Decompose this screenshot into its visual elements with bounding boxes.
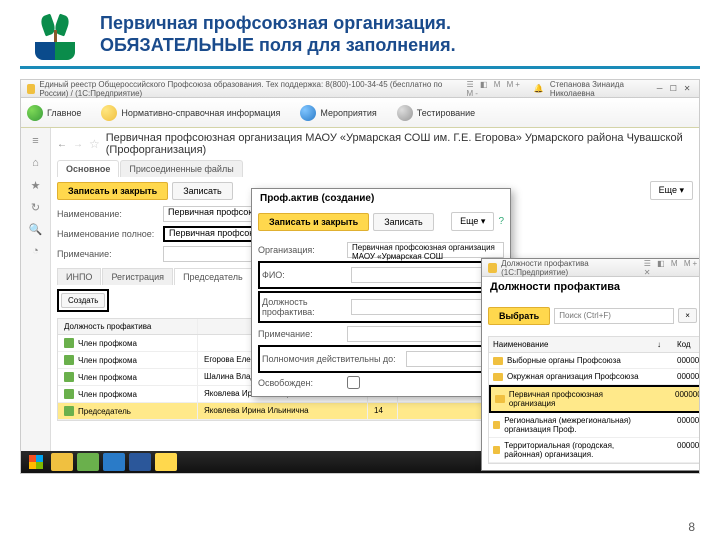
forward-icon[interactable]: → bbox=[73, 139, 83, 150]
col-name: Наименование bbox=[489, 337, 655, 352]
d2-toolbar-glyphs[interactable]: ☰ ◧ M M+ M- ☐ ✕ bbox=[644, 259, 700, 277]
window-titlebar: Единый реестр Общероссийского Профсоюза … bbox=[21, 80, 699, 98]
close-icon[interactable]: ✕ bbox=[681, 83, 693, 95]
list-item[interactable]: Первичная профсоюзная организация0000000… bbox=[489, 385, 700, 413]
task-app1[interactable] bbox=[77, 453, 99, 471]
divider bbox=[20, 66, 700, 69]
name-label: Наименование: bbox=[57, 209, 157, 219]
d1-org-label: Организация: bbox=[258, 245, 343, 255]
d1-released-label: Освобожден: bbox=[258, 378, 343, 388]
nav-test[interactable]: Тестирование bbox=[397, 105, 475, 121]
menu-icon[interactable]: ≡ bbox=[29, 134, 43, 148]
more-button[interactable]: Еще ▾ bbox=[650, 181, 693, 200]
nav-main[interactable]: Главное bbox=[27, 105, 81, 121]
d1-save-close-button[interactable]: Записать и закрыть bbox=[258, 213, 369, 231]
list-item[interactable]: Выборные органы Профсоюза000000005 bbox=[489, 353, 700, 369]
start-button[interactable] bbox=[25, 453, 47, 471]
page-number: 8 bbox=[688, 520, 695, 534]
folder-icon bbox=[493, 421, 500, 429]
select-button[interactable]: Выбрать bbox=[488, 307, 550, 325]
task-app2[interactable] bbox=[103, 453, 125, 471]
user-label: Степанова Зинаида Николаевна bbox=[550, 80, 652, 98]
search-icon[interactable]: 🔍 bbox=[29, 222, 43, 236]
bell-icon[interactable]: ◔ bbox=[29, 244, 43, 258]
save-button[interactable]: Записать bbox=[172, 182, 232, 200]
task-1c[interactable] bbox=[155, 453, 177, 471]
list-item[interactable]: Региональная (межрегиональная) организац… bbox=[489, 413, 700, 438]
d1-note-label: Примечание: bbox=[258, 329, 343, 339]
col-code: Код bbox=[673, 337, 700, 352]
folder-icon bbox=[493, 446, 500, 454]
list-item[interactable]: Территориальная (городская, районная) ор… bbox=[489, 438, 700, 463]
d1-released-checkbox[interactable] bbox=[347, 376, 360, 389]
d1-more-button[interactable]: Еще ▾ bbox=[451, 212, 494, 231]
main-toolbar: Главное Нормативно-справочная информация… bbox=[21, 98, 699, 128]
dialog2-header: Должности профактива bbox=[482, 277, 700, 297]
toolbar-glyphs[interactable]: ☰ ◧ M M+ M- bbox=[467, 80, 528, 98]
subtab-chair[interactable]: Председатель bbox=[174, 268, 252, 285]
profactive-dialog: Проф.актив (создание) Записать и закрыть… bbox=[251, 188, 511, 397]
app-icon bbox=[27, 84, 35, 94]
history-icon[interactable]: ↻ bbox=[29, 200, 43, 214]
note-label: Примечание: bbox=[57, 249, 157, 259]
folder-icon bbox=[493, 357, 503, 365]
d1-fio-label: ФИО: bbox=[262, 270, 347, 280]
left-rail: ≡ ⌂ ★ ↻ 🔍 ◔ bbox=[21, 128, 51, 451]
d1-org-field[interactable]: Первичная профсоюзная организация МАОУ «… bbox=[347, 242, 504, 258]
d1-fio-field[interactable] bbox=[351, 267, 500, 283]
home-icon[interactable]: ⌂ bbox=[29, 156, 43, 170]
nav-events[interactable]: Мероприятия bbox=[300, 105, 376, 121]
d1-save-button[interactable]: Записать bbox=[373, 213, 433, 231]
dialog2-titlebar: Должности профактива (1С:Предприятие) bbox=[501, 259, 644, 277]
app-window: Единый реестр Общероссийского Профсоюза … bbox=[20, 79, 700, 474]
d1-post-label: Должность профактива: bbox=[262, 297, 347, 317]
d1-until-label: Полномочия действительны до: bbox=[262, 354, 402, 364]
maximize-icon[interactable]: ☐ bbox=[667, 83, 679, 95]
positions-table: Наименование ↓ Код Выборные органы Профс… bbox=[488, 336, 700, 464]
window-title: Единый реестр Общероссийского Профсоюза … bbox=[39, 80, 466, 98]
create-button[interactable]: Создать bbox=[61, 293, 105, 308]
windows-icon bbox=[29, 455, 43, 469]
tab-main[interactable]: Основное bbox=[57, 160, 119, 177]
task-explorer[interactable] bbox=[51, 453, 73, 471]
folder-icon bbox=[495, 395, 505, 403]
dialog1-title: Проф.актив (создание) bbox=[260, 193, 374, 204]
save-close-button[interactable]: Записать и закрыть bbox=[57, 182, 168, 200]
nav-refs[interactable]: Нормативно-справочная информация bbox=[101, 105, 280, 121]
d2-search-go[interactable]: × bbox=[678, 308, 697, 323]
d1-until-field[interactable] bbox=[406, 351, 485, 367]
task-word[interactable] bbox=[129, 453, 151, 471]
minimize-icon[interactable]: ─ bbox=[654, 83, 666, 95]
back-icon[interactable]: ← bbox=[57, 139, 67, 150]
list-item[interactable]: Окружная организация Профсоюза000000002 bbox=[489, 369, 700, 385]
fullname-label: Наименование полное: bbox=[57, 229, 157, 239]
col-position: Должность профактива bbox=[58, 319, 198, 334]
search-input[interactable] bbox=[554, 308, 674, 324]
favorite-icon[interactable]: ☆ bbox=[89, 137, 100, 151]
subtab-inpo[interactable]: ИНПО bbox=[57, 268, 101, 285]
union-logo bbox=[30, 10, 80, 60]
subtab-reg[interactable]: Регистрация bbox=[102, 268, 173, 285]
help-icon[interactable]: ? bbox=[498, 216, 504, 227]
folder-icon bbox=[493, 373, 503, 381]
app-icon bbox=[488, 263, 497, 273]
main-pane: ← → ☆ Первичная профсоюзная организация … bbox=[51, 128, 699, 451]
positions-dialog: Должности профактива (1С:Предприятие) ☰ … bbox=[481, 258, 700, 471]
page-title: Первичная профсоюзная организация МАОУ «… bbox=[106, 132, 693, 156]
d1-post-field[interactable] bbox=[351, 299, 500, 315]
star-icon[interactable]: ★ bbox=[29, 178, 43, 192]
tab-files[interactable]: Присоединенные файлы bbox=[120, 160, 242, 177]
slide-title: Первичная профсоюзная организация.ОБЯЗАТ… bbox=[100, 13, 456, 56]
col-sort[interactable]: ↓ bbox=[655, 337, 673, 352]
